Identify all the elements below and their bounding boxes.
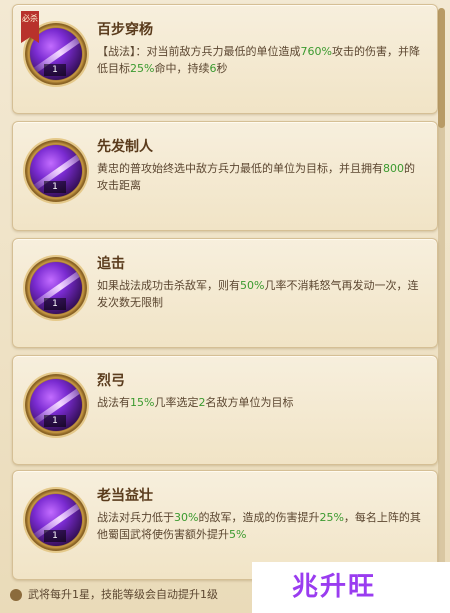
highlight-value: 30% <box>174 511 199 524</box>
skill-icon-frame: 1 <box>25 374 87 436</box>
skill-description: 如果战法成功击杀敌军，则有50%几率不消耗怒气再发动一次，连发次数无限制 <box>97 277 423 311</box>
highlight-value: 15% <box>130 396 155 409</box>
description-text: 的敌军，造成的伤害提升 <box>198 511 320 524</box>
skill-icon: 1 <box>30 494 82 546</box>
scrollbar[interactable] <box>438 8 445 580</box>
skill-icon-frame: 1 <box>25 257 87 319</box>
highlight-value: 50% <box>240 279 265 292</box>
scroll-thumb[interactable] <box>438 8 445 128</box>
skill-name: 老当益壮 <box>97 488 153 504</box>
description-text: 战法有 <box>97 396 130 409</box>
footer-text: 武将每升1星，技能等级会自动提升1级 <box>28 588 218 601</box>
watermark-text: 兆升旺 <box>292 572 377 602</box>
skill-card[interactable]: 1 烈弓战法有15%几率选定2名敌方单位为目标 <box>12 355 438 465</box>
skill-name: 先发制人 <box>97 139 153 155</box>
skill-level: 1 <box>44 415 66 427</box>
description-text: 秒 <box>216 62 228 75</box>
skill-icon: 1 <box>30 379 82 431</box>
skill-name: 百步穿杨 <box>97 22 153 38</box>
skill-card[interactable]: 1 先发制人黄忠的普攻始终选中敌方兵力最低的单位为目标，并且拥有800的攻击距离 <box>12 121 438 231</box>
skill-level: 1 <box>44 181 66 193</box>
skill-icon: 1 <box>30 262 82 314</box>
skill-level: 1 <box>44 298 66 310</box>
skill-description: 战法有15%几率选定2名敌方单位为目标 <box>97 394 423 411</box>
skill-level: 1 <box>44 530 66 542</box>
description-text: 黄忠的普攻始终选中敌方兵力最低的单位为目标，并且拥有 <box>97 162 383 175</box>
description-text: 如果战法成功击杀敌军，则有 <box>97 279 240 292</box>
description-text: 【战法】：对当前敌方兵力最低的单位造成 <box>97 45 301 58</box>
highlight-value: 760% <box>300 45 332 58</box>
highlight-value: 5% <box>229 528 247 541</box>
skill-icon-frame: 1 <box>25 140 87 202</box>
skill-name: 追击 <box>97 256 125 272</box>
description-text: 几率选定 <box>154 396 199 409</box>
highlight-value: 25% <box>319 511 344 524</box>
highlight-value: 800 <box>383 162 404 175</box>
skill-icon-frame: 1 <box>25 489 87 551</box>
skill-card[interactable]: 1 追击如果战法成功击杀敌军，则有50%几率不消耗怒气再发动一次，连发次数无限制 <box>12 238 438 348</box>
skill-description: 【战法】：对当前敌方兵力最低的单位造成760%攻击的伤害，并降低目标25%命中，… <box>97 43 423 77</box>
skill-description: 黄忠的普攻始终选中敌方兵力最低的单位为目标，并且拥有800的攻击距离 <box>97 160 423 194</box>
skill-icon: 1 <box>30 145 82 197</box>
skill-name: 烈弓 <box>97 373 125 389</box>
skill-level: 1 <box>44 64 66 76</box>
skill-description: 战法对兵力低于30%的敌军，造成的伤害提升25%，每名上阵的其他蜀国武将使伤害额… <box>97 509 423 543</box>
info-icon <box>10 589 22 601</box>
skill-card[interactable]: 1 必杀 百步穿杨 【战法】：对当前敌方兵力最低的单位造成760%攻击的伤害，并降低目… <box>12 4 438 114</box>
description-text: 命中，持续 <box>154 62 210 75</box>
description-text: 战法对兵力低于 <box>97 511 174 524</box>
watermark: 兆升旺 <box>252 562 450 613</box>
description-text: 名敌方单位为目标 <box>205 396 294 409</box>
highlight-value: 25% <box>130 62 155 75</box>
